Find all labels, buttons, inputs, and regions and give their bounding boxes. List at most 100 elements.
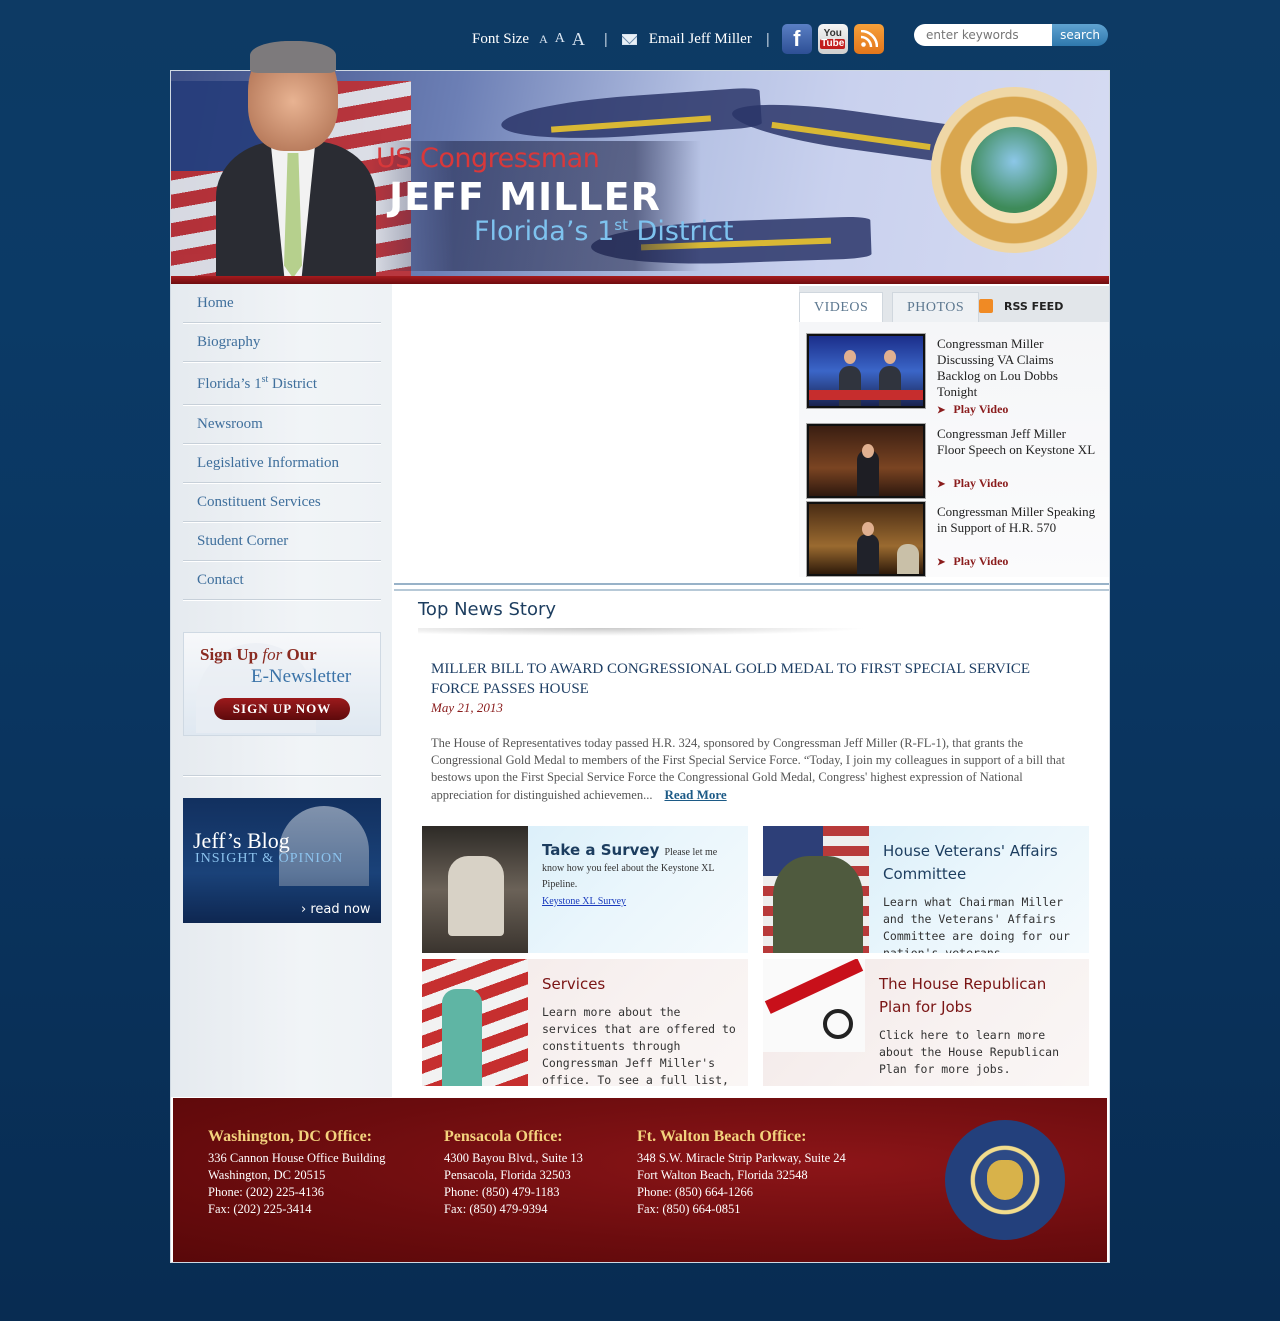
banner-title-line1: US Congressman [376,143,600,174]
rss-feed-link[interactable]: RSS FEED [979,299,1063,313]
email-icon[interactable] [621,33,637,45]
office-city: Pensacola, Florida 32503 [444,1168,571,1182]
survey-title: Take a Survey [542,841,660,859]
signup-button[interactable]: SIGN UP NOW [214,698,350,720]
nav-item-student-corner[interactable]: Student Corner [183,522,381,561]
search-form: search [914,24,1108,46]
email-link[interactable]: Email Jeff Miller [649,31,752,48]
top-utility-bar: Font Size A A A | Email Jeff Miller | f … [472,22,884,56]
nav-item-home[interactable]: Home [183,284,381,323]
newsletter-subheading: E-Newsletter [251,666,352,687]
veterans-description: Learn what Chairman Miller and the Veter… [883,895,1070,953]
main-nav: Home Biography Florida’s 1st District Ne… [183,284,381,600]
office-fort-walton-beach: Ft. Walton Beach Office: 348 S.W. Miracl… [637,1128,846,1218]
office-pensacola: Pensacola Office: 4300 Bayou Blvd., Suit… [444,1128,583,1218]
statue-of-liberty-image [422,959,528,1086]
play-arrow-icon: ➤ [937,557,946,568]
office-city: Fort Walton Beach, Florida 32548 [637,1168,808,1182]
video-thumbnail[interactable] [807,424,925,498]
tab-photos[interactable]: PHOTOS [892,292,980,322]
banner-title-district: Florida’s 1st District [474,216,734,247]
footer: Washington, DC Office: 336 Cannon House … [173,1098,1107,1262]
jobs-title: The House Republican Plan for Jobs [879,975,1047,1016]
play-arrow-icon: ➤ [937,405,946,416]
newsletter-heading: Sign Up for Our [200,645,317,664]
video-thumbnail[interactable] [807,334,925,408]
rss-icon[interactable] [853,24,884,54]
veterans-affairs-box[interactable]: House Veterans' Affairs Committee Learn … [763,826,1089,953]
veterans-title: House Veterans' Affairs Committee [883,842,1058,883]
font-size-small-button[interactable]: A [539,32,548,47]
survey-box[interactable]: Take a Survey Please let me know how you… [422,826,748,953]
jet-image [499,86,763,146]
banner-red-bar [171,276,1109,284]
play-arrow-icon: ➤ [937,479,946,490]
nav-item-constituent-services[interactable]: Constituent Services [183,483,381,522]
services-title: Services [542,975,606,993]
lincoln-memorial-image [422,826,528,953]
nav-item-legislative[interactable]: Legislative Information [183,444,381,483]
main-container: US Congressman JEFF MILLER Florida’s 1st… [170,41,1110,1263]
office-phone: Phone: (850) 479-1183 [444,1185,560,1199]
rss-icon [979,299,993,313]
divider: | [603,30,608,48]
rss-glyph-icon [860,30,878,48]
tab-videos[interactable]: VIDEOS [799,292,884,322]
divider [418,628,868,636]
nav-item-contact[interactable]: Contact [183,561,381,600]
video-thumbnail[interactable] [807,502,925,576]
divider: | [765,30,770,48]
news-headline[interactable]: MILLER BILL TO AWARD CONGRESSIONAL GOLD … [431,659,1071,699]
youtube-tube-text: Tube [820,38,846,49]
blog-banner[interactable]: Jeff’s Blog INSIGHT & OPINION › read now [183,798,381,923]
congressman-portrait [216,41,376,281]
font-size-label: Font Size [472,30,530,47]
office-fax: Fax: (850) 664-0851 [637,1202,741,1216]
search-button[interactable]: search [1052,24,1108,46]
newsletter-signup-banner[interactable]: Sign Up for Our E-Newsletter SIGN UP NOW [183,632,381,736]
office-address: 336 Cannon House Office Building [208,1151,386,1165]
services-description: Learn more about the services that are o… [542,1005,736,1086]
jobs-plan-box[interactable]: The House Republican Plan for Jobs Click… [763,959,1089,1086]
left-sidebar: Home Biography Florida’s 1st District Ne… [171,284,392,1097]
office-address: 4300 Bayou Blvd., Suite 13 [444,1151,583,1165]
office-phone: Phone: (850) 664-1266 [637,1185,753,1199]
office-city: Washington, DC 20515 [208,1168,326,1182]
banner-title-name: JEFF MILLER [389,175,661,219]
youtube-icon[interactable]: You Tube [817,24,848,54]
office-phone: Phone: (202) 225-4136 [208,1185,324,1199]
media-tabs: VIDEOS PHOTOS RSS FEED [799,286,1109,322]
read-more-link[interactable]: Read More [664,787,726,802]
facebook-icon[interactable]: f [781,24,812,54]
jobs-description: Click here to learn more about the House… [879,1028,1060,1076]
office-title: Ft. Walton Beach Office: [637,1128,807,1145]
nav-item-newsroom[interactable]: Newsroom [183,405,381,444]
services-box[interactable]: Services Learn more about the services t… [422,959,748,1086]
news-date: May 21, 2013 [431,700,503,715]
play-video-link[interactable]: ➤ Play Video [937,476,1008,491]
font-size-large-button[interactable]: A [572,29,585,50]
capitol-image [279,806,369,886]
video-title[interactable]: Congressman Miller Discussing VA Claims … [937,336,1097,400]
office-fax: Fax: (202) 225-3414 [208,1202,312,1216]
play-video-link[interactable]: ➤ Play Video [937,402,1008,417]
font-size-medium-button[interactable]: A [555,31,565,47]
keystone-survey-link[interactable]: Keystone XL Survey [542,896,626,907]
section-title: Top News Story [418,599,557,620]
house-seal [945,1120,1065,1240]
office-title: Washington, DC Office: [208,1128,372,1145]
nav-item-district[interactable]: Florida’s 1st District [183,362,381,405]
search-input[interactable] [914,24,1052,46]
video-title[interactable]: Congressman Miller Speaking in Support o… [937,504,1097,536]
florida-seal [931,87,1097,253]
blog-subtitle: INSIGHT & OPINION [195,851,344,866]
social-links: f You Tube [781,24,884,54]
video-title[interactable]: Congressman Jeff Miller Floor Speech on … [937,426,1097,458]
blog-read-now-link[interactable]: › read now [301,902,371,917]
divider [394,583,1109,591]
play-video-link[interactable]: ➤ Play Video [937,554,1008,569]
rss-feed-label: RSS FEED [1004,299,1064,313]
ribbon-scissors-image [763,959,865,1052]
office-title: Pensacola Office: [444,1128,563,1145]
nav-item-biography[interactable]: Biography [183,323,381,362]
